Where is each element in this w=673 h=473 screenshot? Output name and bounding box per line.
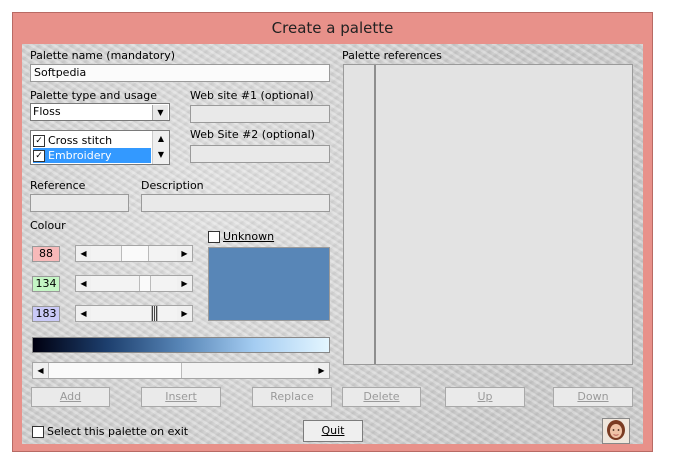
add-button[interactable]: Add <box>31 387 110 407</box>
palette-references-label: Palette references <box>342 49 442 62</box>
usage-item-embroidery[interactable]: ✓ Embroidery <box>33 148 151 163</box>
blue-slider[interactable]: ◀ ▶ <box>75 305 193 322</box>
green-slider[interactable]: ◀ ▶ <box>75 275 193 292</box>
gradient-scrollbar[interactable]: ◀ ▶ <box>32 362 330 379</box>
scroll-left-icon[interactable]: ◀ <box>76 276 91 291</box>
cross-stitch-checkbox[interactable]: ✓ <box>33 135 45 147</box>
palette-name-label: Palette name (mandatory) <box>30 49 176 62</box>
green-slider-thumb[interactable] <box>139 276 151 291</box>
unknown-label: Unknown <box>223 230 275 243</box>
scroll-left-icon[interactable]: ◀ <box>76 246 91 261</box>
reference-input[interactable] <box>30 194 129 212</box>
description-input[interactable] <box>141 194 330 212</box>
scroll-left-icon[interactable]: ◀ <box>76 306 91 321</box>
scroll-up-icon[interactable]: ▲ <box>153 132 169 146</box>
down-button[interactable]: Down <box>553 387 633 407</box>
colour-label: Colour <box>30 219 66 232</box>
palette-type-value: Floss <box>33 105 61 118</box>
dialog-client-area: Palette name (mandatory) Softpedia Palet… <box>22 44 643 444</box>
red-value: 88 <box>32 246 60 262</box>
unknown-checkbox-row[interactable]: Unknown <box>208 230 274 243</box>
website1-label: Web site #1 (optional) <box>190 89 314 102</box>
avatar-portrait-icon <box>603 419 629 443</box>
usage-item-cross-stitch[interactable]: ✓ Cross stitch <box>33 133 151 148</box>
palette-name-input[interactable]: Softpedia <box>30 64 330 82</box>
usage-listbox[interactable]: ✓ Cross stitch ✓ Embroidery ▲ ▼ <box>30 130 170 165</box>
window-title: Create a palette <box>271 19 394 37</box>
colour-gradient-bar[interactable] <box>32 337 330 353</box>
palette-type-select[interactable]: Floss ▼ <box>30 103 170 121</box>
colour-swatch <box>208 247 330 321</box>
list-column-divider <box>374 65 376 364</box>
scroll-right-icon[interactable]: ▶ <box>314 363 329 378</box>
select-on-exit-checkbox[interactable] <box>32 426 44 438</box>
delete-button[interactable]: Delete <box>342 387 421 407</box>
avatar[interactable] <box>602 418 630 444</box>
blue-slider-thumb[interactable] <box>151 306 158 321</box>
embroidery-label: Embroidery <box>48 149 112 162</box>
website1-input[interactable] <box>190 105 330 123</box>
website2-input[interactable] <box>190 145 330 163</box>
blue-value: 183 <box>32 306 60 322</box>
website2-label: Web Site #2 (optional) <box>190 128 315 141</box>
reference-label: Reference <box>30 179 86 192</box>
usage-scrollbar[interactable]: ▲ ▼ <box>152 131 169 164</box>
palette-type-label: Palette type and usage <box>30 89 158 102</box>
red-slider[interactable]: ◀ ▶ <box>75 245 193 262</box>
palette-references-list[interactable] <box>343 64 633 365</box>
scroll-down-icon[interactable]: ▼ <box>153 148 169 162</box>
scroll-right-icon[interactable]: ▶ <box>177 306 192 321</box>
insert-button[interactable]: Insert <box>141 387 221 407</box>
replace-button[interactable]: Replace <box>252 387 332 407</box>
green-value: 134 <box>32 276 60 292</box>
description-label: Description <box>141 179 204 192</box>
scroll-left-icon[interactable]: ◀ <box>33 363 48 378</box>
gradient-scroll-thumb[interactable] <box>48 363 182 378</box>
unknown-checkbox[interactable] <box>208 231 220 243</box>
up-button[interactable]: Up <box>445 387 525 407</box>
cross-stitch-label: Cross stitch <box>48 134 113 147</box>
select-on-exit-label: Select this palette on exit <box>47 425 189 438</box>
scroll-right-icon[interactable]: ▶ <box>177 276 192 291</box>
scroll-right-icon[interactable]: ▶ <box>177 246 192 261</box>
red-slider-thumb[interactable] <box>121 246 149 261</box>
select-on-exit-row[interactable]: Select this palette on exit <box>32 425 188 438</box>
embroidery-checkbox[interactable]: ✓ <box>33 150 45 162</box>
chevron-down-icon[interactable]: ▼ <box>152 105 168 120</box>
dialog-window: Create a palette Palette name (mandatory… <box>12 12 653 452</box>
quit-button[interactable]: Quit <box>303 420 363 442</box>
